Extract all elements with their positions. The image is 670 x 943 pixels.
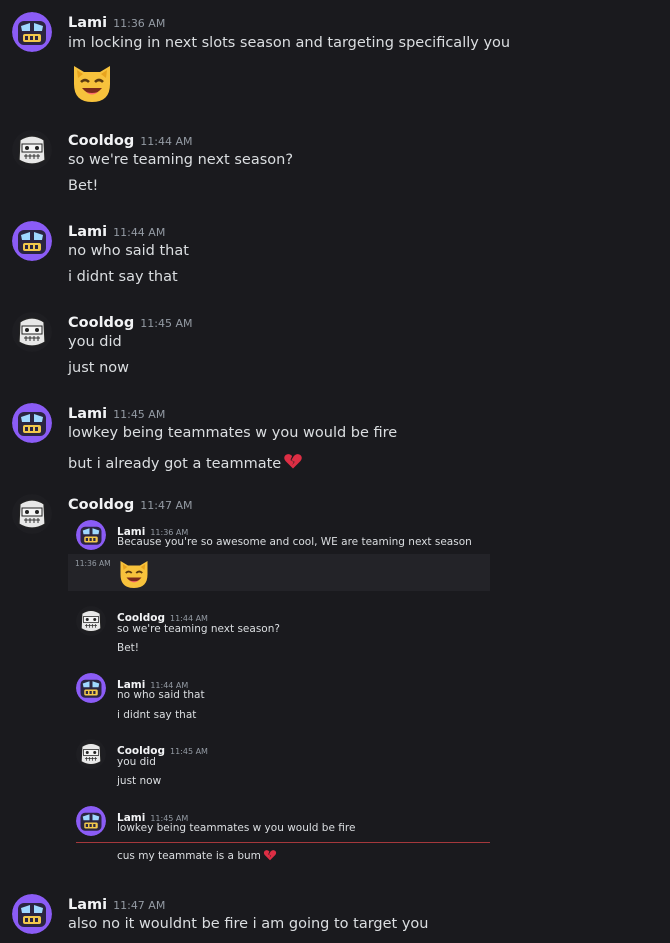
author-name[interactable]: Cooldog bbox=[68, 315, 134, 331]
message-text: also no it wouldnt be fire i am going to… bbox=[68, 916, 429, 932]
message-text: lowkey being teammates w you would be fi… bbox=[68, 425, 398, 441]
author-name[interactable]: Cooldog bbox=[68, 497, 134, 513]
timestamp: 11:45 AM bbox=[113, 408, 166, 421]
avatar[interactable] bbox=[12, 403, 52, 443]
message-text: no who said that bbox=[117, 689, 205, 701]
message-text: cus my teammate is a bum bbox=[117, 848, 277, 865]
message-text: Bet! bbox=[68, 178, 99, 194]
message-header: Cooldog 11:44 AM bbox=[68, 130, 192, 149]
broken-heart-icon bbox=[283, 451, 303, 475]
message-text: just now bbox=[68, 360, 129, 376]
avatar bbox=[76, 520, 106, 550]
timestamp: 11:36 AM bbox=[113, 17, 166, 30]
message-header: Lami 11:44 AM bbox=[68, 221, 165, 240]
author-name[interactable]: Lami bbox=[68, 406, 107, 422]
timestamp: 11:44 AM bbox=[169, 614, 208, 623]
timestamp: 11:47 AM bbox=[113, 899, 166, 912]
message-text: im locking in next slots season and targ… bbox=[68, 35, 511, 51]
message-text: lowkey being teammates w you would be fi… bbox=[117, 822, 356, 834]
timestamp: 11:44 AM bbox=[140, 135, 193, 148]
message-text: but i already got a teammate bbox=[68, 451, 303, 475]
message-text: i didnt say that bbox=[117, 709, 197, 721]
avatar[interactable] bbox=[12, 221, 52, 261]
message-text: you did bbox=[117, 756, 156, 768]
message-header: Cooldog 11:47 AM bbox=[68, 494, 192, 513]
message-text-part: cus my teammate is a bum bbox=[117, 850, 261, 862]
message-text: Because you're so awesome and cool, WE a… bbox=[117, 536, 472, 548]
author-name[interactable]: Lami bbox=[68, 15, 107, 31]
message-header: Lami 11:45 AM bbox=[68, 403, 165, 422]
author-name[interactable]: Lami bbox=[68, 224, 107, 240]
message-header: Lami 11:36 AM bbox=[68, 12, 165, 31]
avatar[interactable] bbox=[12, 130, 52, 170]
avatar[interactable] bbox=[12, 894, 52, 934]
message-text: so we're teaming next season? bbox=[117, 623, 280, 635]
message-text: no who said that bbox=[68, 243, 189, 259]
message-text-part: but i already got a teammate bbox=[68, 456, 282, 472]
message-text: i didnt say that bbox=[68, 269, 178, 285]
embedded-screenshot[interactable]: 11:36 AM Lami 11:36 AM Because you're so … bbox=[68, 514, 492, 864]
message-header: Lami 11:47 AM bbox=[68, 894, 165, 913]
timestamp: 11:47 AM bbox=[140, 499, 193, 512]
broken-heart-icon bbox=[263, 848, 277, 865]
avatar bbox=[76, 606, 106, 636]
hover-timestamp: 11:36 AM bbox=[75, 559, 111, 568]
message-text: so we're teaming next season? bbox=[68, 152, 294, 168]
message-text: just now bbox=[117, 775, 162, 787]
message-text: you did bbox=[68, 334, 122, 350]
message-header: Cooldog 11:45 AM bbox=[68, 312, 192, 331]
timestamp: 11:45 AM bbox=[169, 747, 208, 756]
grinning-cat-icon bbox=[116, 555, 152, 591]
avatar bbox=[76, 806, 106, 836]
timestamp: 11:45 AM bbox=[140, 317, 193, 330]
author-name[interactable]: Cooldog bbox=[68, 133, 134, 149]
new-messages-divider bbox=[76, 842, 490, 843]
timestamp: 11:44 AM bbox=[113, 226, 166, 239]
avatar bbox=[76, 739, 106, 769]
message-text: Bet! bbox=[117, 642, 139, 654]
avatar[interactable] bbox=[12, 494, 52, 534]
avatar[interactable] bbox=[12, 312, 52, 352]
author-name[interactable]: Lami bbox=[68, 897, 107, 913]
avatar[interactable] bbox=[12, 12, 52, 52]
grinning-cat-icon bbox=[68, 58, 116, 106]
avatar bbox=[76, 673, 106, 703]
